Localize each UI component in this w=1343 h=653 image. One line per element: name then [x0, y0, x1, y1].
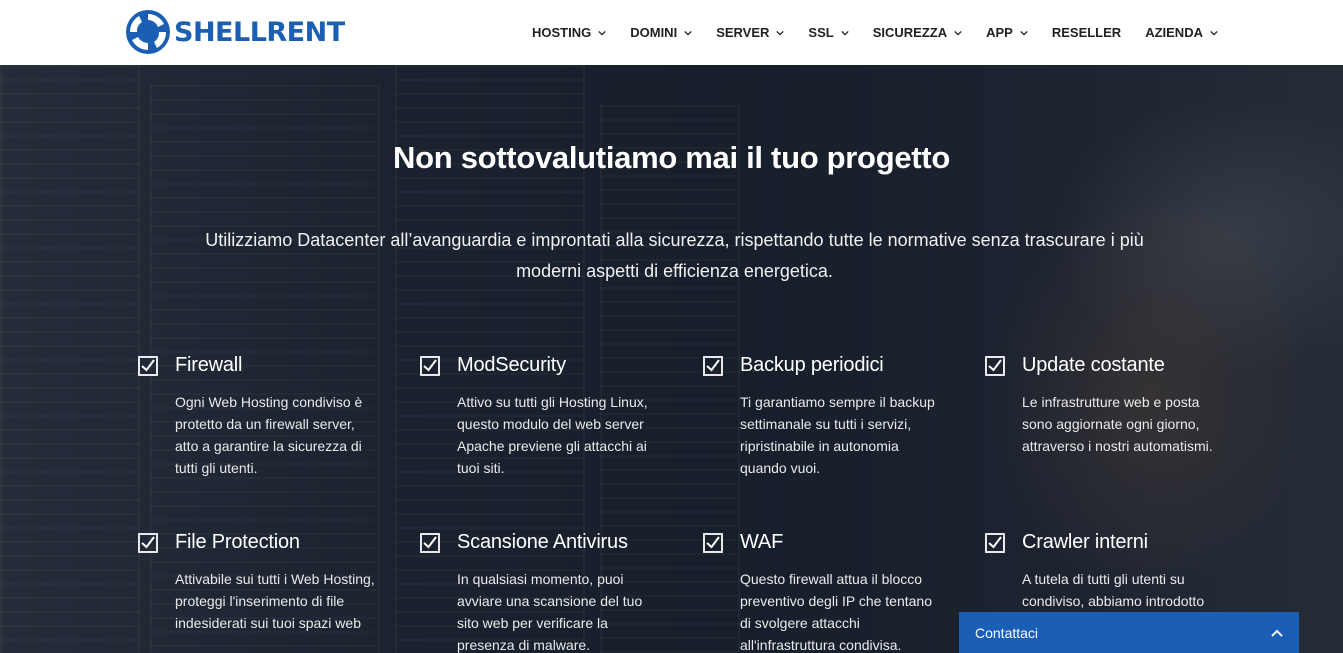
feature-title: File Protection: [175, 531, 300, 553]
nav-item-sicurezza[interactable]: SICUREZZA: [873, 25, 962, 40]
hero-title: Non sottovalutiamo mai il tuo progetto: [393, 140, 950, 175]
checkbox-check-icon: [703, 356, 723, 376]
brand-name: SHELLRENT: [174, 16, 345, 48]
main-nav: HOSTING DOMINI SERVER SSL SICUREZZA APP …: [520, 0, 1230, 65]
nav-label: AZIENDA: [1145, 25, 1203, 40]
nav-label: SSL: [808, 25, 834, 40]
feature-title: Update costante: [1022, 354, 1165, 376]
chevron-down-icon: [1020, 30, 1028, 36]
contact-widget-button[interactable]: Contattaci: [959, 612, 1299, 653]
feature-text: In qualsiasi momento, puoi avviare una s…: [457, 571, 643, 653]
feature-title: Firewall: [175, 354, 243, 376]
chevron-down-icon: [684, 30, 692, 36]
feature-text: Attivabile sui tutti i Web Hosting, prot…: [175, 571, 375, 631]
nav-label: SICUREZZA: [872, 25, 948, 40]
feature-text: Le infrastrutture web e posta sono aggio…: [1022, 394, 1213, 454]
chevron-down-icon: [1210, 30, 1218, 36]
feature-text: Attivo su tutti gli Hosting Linux, quest…: [457, 394, 648, 476]
checkbox-check-icon: [138, 533, 158, 553]
checkbox-check-icon: [703, 533, 723, 553]
feature-title: Crawler interni: [1022, 531, 1148, 553]
nav-label: DOMINI: [630, 25, 678, 40]
hero-section: Non sottovalutiamo mai il tuo progetto U…: [0, 65, 1343, 653]
checkbox-check-icon: [138, 356, 158, 376]
checkbox-check-icon: [985, 533, 1005, 553]
nav-item-ssl[interactable]: SSL: [808, 25, 849, 40]
hero-subtitle: Utilizziamo Datacenter all’avanguardia e…: [205, 230, 1144, 281]
feature-title: Scansione Antivirus: [457, 531, 628, 553]
feature-text: Questo firewall attua il blocco preventi…: [740, 571, 932, 653]
nav-label: HOSTING: [532, 25, 592, 40]
logo-swirl-icon: [126, 10, 170, 54]
nav-item-reseller[interactable]: RESELLER: [1052, 25, 1121, 40]
chevron-down-icon: [598, 30, 606, 36]
chevron-up-icon: [1271, 629, 1283, 637]
feature-title: WAF: [740, 531, 784, 553]
nav-item-hosting[interactable]: HOSTING: [532, 25, 606, 40]
nav-item-azienda[interactable]: AZIENDA: [1145, 25, 1218, 40]
feature-text: A tutela di tutti gli utenti su condivis…: [1022, 571, 1205, 609]
site-header: SHELLRENT HOSTING DOMINI SERVER SSL SICU…: [0, 0, 1343, 65]
feature-text: Ti garantiamo sempre il backup settimana…: [740, 394, 935, 476]
checkbox-check-icon: [420, 533, 440, 553]
chevron-down-icon: [954, 30, 962, 36]
nav-item-domini[interactable]: DOMINI: [630, 25, 692, 40]
nav-label: APP: [986, 25, 1013, 40]
contact-label: Contattaci: [975, 624, 1039, 641]
nav-item-app[interactable]: APP: [986, 25, 1028, 40]
feature-text: Ogni Web Hosting condiviso è protetto da…: [175, 394, 363, 476]
nav-label: SERVER: [716, 25, 770, 40]
chevron-down-icon: [776, 30, 785, 36]
chevron-down-icon: [841, 30, 849, 36]
nav-item-server[interactable]: SERVER: [716, 25, 785, 40]
feature-title: ModSecurity: [457, 354, 566, 376]
checkbox-check-icon: [420, 356, 440, 376]
shellrent-logo[interactable]: SHELLRENT: [124, 8, 345, 56]
feature-title: Backup periodici: [740, 354, 884, 376]
nav-label: RESELLER: [1051, 25, 1122, 40]
checkbox-check-icon: [985, 356, 1005, 376]
